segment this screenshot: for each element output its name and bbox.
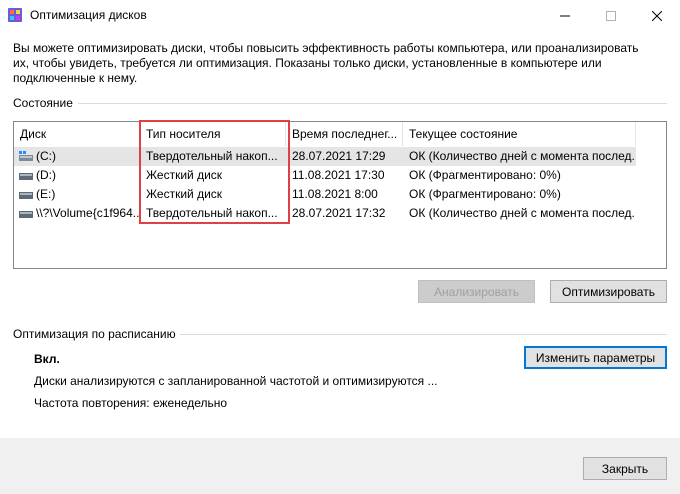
media-type: Твердотельный накоп... bbox=[146, 206, 278, 220]
column-header-last-run[interactable]: Время последнег... bbox=[286, 122, 403, 146]
drives-list[interactable]: Диск Тип носителя Время последнег... Тек… bbox=[13, 121, 667, 269]
close-window-button[interactable] bbox=[634, 0, 680, 31]
description-text: Вы можете оптимизировать диски, чтобы по… bbox=[13, 41, 639, 85]
drive-row-volume[interactable]: \\?\Volume{c1f964... Твердотельный накоп… bbox=[14, 204, 636, 223]
last-run-time: 28.07.2021 17:29 bbox=[292, 149, 386, 163]
minimize-icon bbox=[560, 15, 570, 16]
system-drive-icon bbox=[19, 151, 33, 161]
media-type: Твердотельный накоп... bbox=[146, 149, 278, 163]
current-state: ОК (Количество дней с момента послед... bbox=[409, 206, 634, 220]
media-type: Жесткий диск bbox=[146, 168, 223, 182]
hard-drive-icon bbox=[19, 211, 33, 218]
drive-name: \\?\Volume{c1f964... bbox=[36, 206, 140, 220]
media-type: Жесткий диск bbox=[146, 187, 223, 201]
schedule-description: Диски анализируются с запланированной ча… bbox=[34, 374, 438, 388]
last-run-time: 11.08.2021 8:00 bbox=[292, 187, 378, 201]
analyze-button[interactable]: Анализировать bbox=[418, 280, 535, 303]
current-state: ОК (Фрагментировано: 0%) bbox=[409, 187, 561, 201]
drive-name: (C:) bbox=[36, 149, 56, 163]
schedule-status: Вкл. bbox=[34, 352, 60, 366]
close-icon bbox=[652, 10, 662, 21]
drive-row-d[interactable]: (D:) Жесткий диск 11.08.2021 17:30 ОК (Ф… bbox=[14, 166, 636, 185]
hard-drive-icon bbox=[19, 173, 33, 180]
defrag-app-icon bbox=[8, 8, 22, 22]
title-bar: Оптимизация дисков bbox=[0, 0, 680, 31]
maximize-button[interactable] bbox=[588, 0, 634, 31]
column-header-current-state[interactable]: Текущее состояние bbox=[403, 122, 636, 146]
current-state: ОК (Количество дней с момента послед... bbox=[409, 149, 634, 163]
drive-name: (E:) bbox=[36, 187, 56, 201]
status-divider bbox=[78, 103, 667, 104]
drive-name: (D:) bbox=[36, 168, 56, 182]
close-button[interactable]: Закрыть bbox=[583, 457, 667, 480]
hard-drive-icon bbox=[19, 192, 33, 199]
last-run-time: 11.08.2021 17:30 bbox=[292, 168, 385, 182]
schedule-section-label: Оптимизация по расписанию bbox=[13, 327, 176, 341]
last-run-time: 28.07.2021 17:32 bbox=[292, 206, 386, 220]
schedule-frequency: Частота повторения: еженедельно bbox=[34, 396, 228, 410]
optimize-button[interactable]: Оптимизировать bbox=[550, 280, 667, 303]
column-header-media-type[interactable]: Тип носителя bbox=[140, 122, 286, 146]
drive-row-c[interactable]: (C:) Твердотельный накоп... 28.07.2021 1… bbox=[14, 147, 636, 166]
change-settings-button[interactable]: Изменить параметры bbox=[524, 346, 667, 369]
status-section-label: Состояние bbox=[13, 96, 73, 110]
column-header-drive[interactable]: Диск bbox=[14, 122, 140, 146]
maximize-icon bbox=[606, 10, 616, 21]
drive-row-e[interactable]: (E:) Жесткий диск 11.08.2021 8:00 ОК (Фр… bbox=[14, 185, 636, 204]
footer-bar: Закрыть bbox=[0, 438, 680, 494]
window-title: Оптимизация дисков bbox=[30, 8, 147, 22]
schedule-divider bbox=[180, 334, 667, 335]
current-state: ОК (Фрагментировано: 0%) bbox=[409, 168, 561, 182]
minimize-button[interactable] bbox=[542, 0, 588, 31]
